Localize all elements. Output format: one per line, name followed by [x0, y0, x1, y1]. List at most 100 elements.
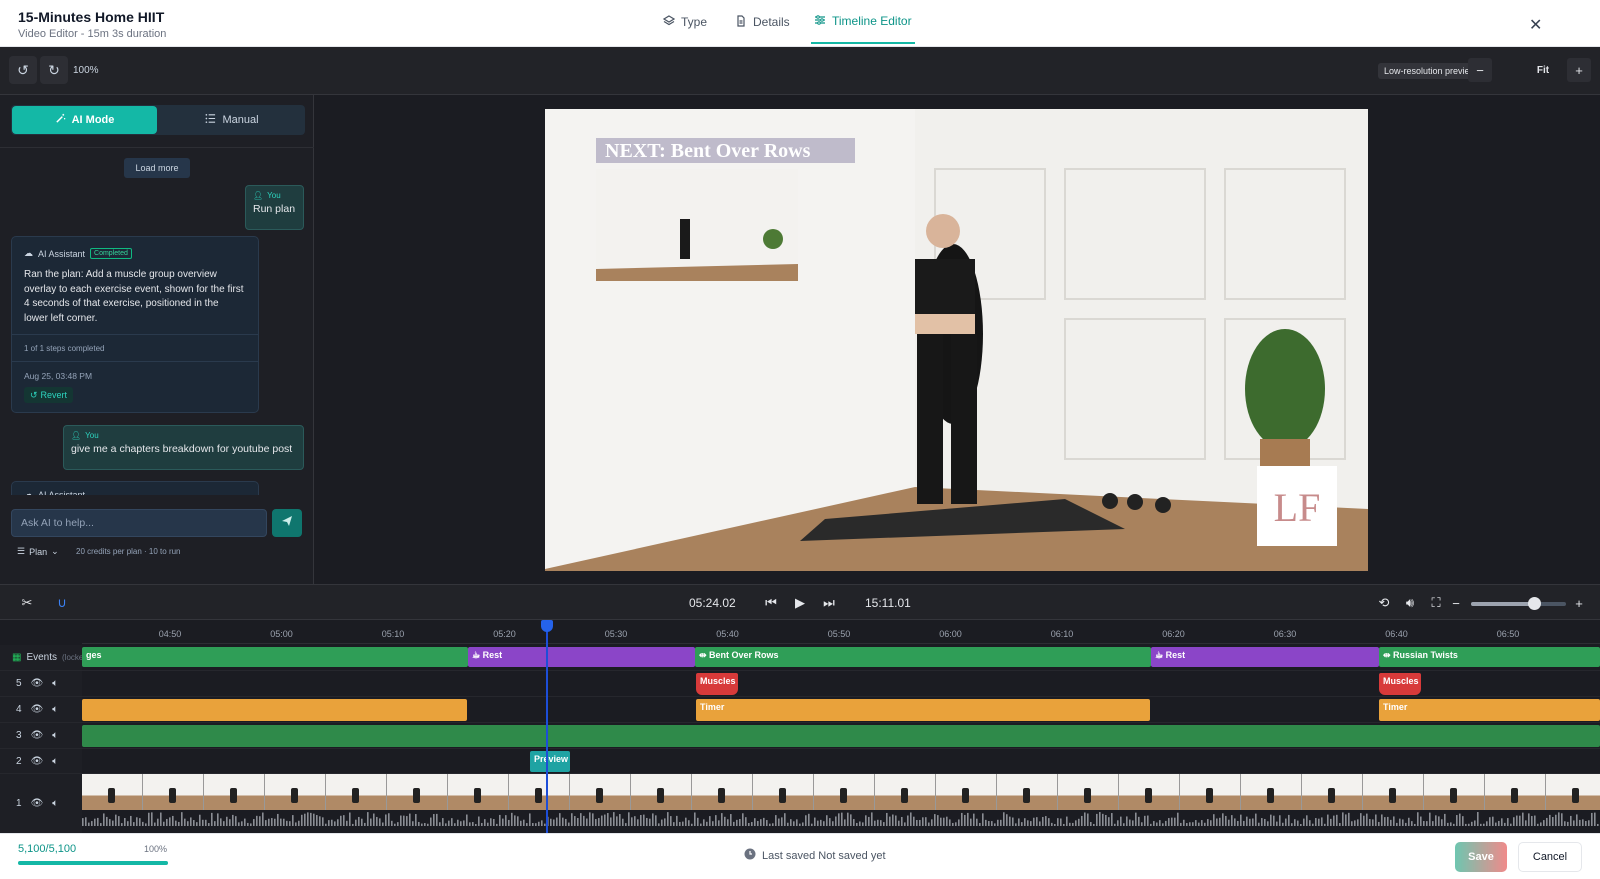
tab-details[interactable]: Details	[735, 0, 790, 44]
volume-icon[interactable]: 🔊︎	[1401, 594, 1419, 612]
waveform-bar	[631, 817, 633, 826]
muscles-clip[interactable]: Muscles	[696, 673, 738, 695]
cancel-button[interactable]: Cancel	[1518, 842, 1582, 872]
time-ruler[interactable]: 04:50 05:00 05:10 05:20 05:30 05:40 05:50 06:00…	[82, 620, 1600, 644]
event-clip-rest[interactable]: ☕︎ Rest	[468, 647, 695, 667]
speaker-icon[interactable]: 🔈︎	[52, 730, 58, 741]
timeline-zoom-out-icon[interactable]: −	[1447, 594, 1465, 612]
waveform-bar	[1363, 815, 1365, 826]
waveform-bar	[241, 821, 243, 826]
waveform-bar	[1138, 816, 1140, 826]
waveform-bar	[715, 815, 717, 826]
timer-clip[interactable]: Timer	[1379, 699, 1600, 721]
eye-icon[interactable]: 👁︎	[31, 704, 44, 715]
speaker-icon[interactable]: 🔈︎	[52, 756, 58, 767]
ai-panel: AI Mode Manual Load more 👤︎ You Run plan …	[0, 95, 314, 584]
waveform-bar	[1486, 821, 1488, 826]
zoom-out-button[interactable]: −	[1468, 58, 1492, 82]
plan-dropdown[interactable]: ☰ Plan ⌄	[17, 546, 59, 557]
close-icon[interactable]: ✕	[1529, 15, 1542, 35]
ask-ai-input[interactable]: Ask AI to help...	[11, 509, 267, 537]
eye-icon[interactable]: 👁︎	[31, 678, 44, 689]
waveform-bar	[229, 819, 231, 826]
waveform-bar	[580, 813, 582, 826]
timer-clip[interactable]	[82, 699, 467, 721]
tab-timeline-editor[interactable]: Timeline Editor	[811, 0, 915, 44]
event-clip[interactable]: ges	[82, 647, 468, 667]
play-icon[interactable]: ▶	[791, 594, 809, 612]
event-clip-rest[interactable]: ☕︎ Rest	[1151, 647, 1379, 667]
current-time: 05:24.02	[689, 596, 736, 610]
waveform-bar	[451, 818, 453, 826]
manual-mode-button[interactable]: Manual	[161, 106, 303, 134]
waveform-bar	[520, 820, 522, 826]
video-preview[interactable]: LF NEXT: Bent Over Rows	[545, 109, 1368, 571]
video-clip-thumbnails[interactable]	[82, 774, 1600, 810]
eye-icon[interactable]: 👁︎	[31, 798, 44, 809]
waveform-bar	[748, 822, 750, 826]
speaker-icon[interactable]: 🔈︎	[52, 704, 58, 715]
waveform-bar	[82, 818, 84, 826]
waveform-bar	[916, 819, 918, 826]
waveform-bar	[1072, 822, 1074, 826]
waveform-bar	[901, 816, 903, 826]
waveform-bar	[1021, 822, 1023, 826]
video-thumbnail	[997, 774, 1058, 810]
tab-type[interactable]: Type	[662, 0, 707, 44]
chat-history[interactable]: Load more 👤︎ You Run plan ☁︎ AI Assistant C…	[0, 147, 314, 495]
waveform-bar	[1387, 816, 1389, 826]
waveform-bar	[148, 812, 150, 826]
event-clip-russian-twists[interactable]: ⇹ Russian Twists	[1379, 647, 1600, 667]
preview-clip[interactable]: Preview	[530, 751, 570, 772]
send-button[interactable]	[272, 509, 302, 537]
speaker-icon[interactable]: 🔈︎	[52, 678, 58, 689]
waveform-bar	[1108, 817, 1110, 826]
waveform-bar	[637, 819, 639, 826]
waveform-bar	[448, 820, 450, 826]
waveform-bar	[601, 815, 603, 826]
load-more-button[interactable]: Load more	[124, 158, 190, 178]
playhead-handle[interactable]	[541, 620, 553, 632]
waveform-bar	[154, 822, 156, 826]
waveform-bar	[1096, 813, 1098, 826]
timeline-zoom-slider[interactable]	[1471, 597, 1566, 610]
slider-handle[interactable]	[1527, 597, 1541, 610]
undo-button[interactable]: ↺	[9, 56, 37, 84]
timer-clip[interactable]: Timer	[696, 699, 1150, 721]
waveform-bar	[1513, 817, 1515, 826]
waveform-bar	[1306, 815, 1308, 826]
waveform-bar	[952, 822, 954, 826]
skip-forward-icon[interactable]: ⏭	[820, 594, 838, 612]
eye-icon[interactable]: 👁︎	[31, 756, 44, 767]
timeline-zoom-in-icon[interactable]: +	[1570, 594, 1588, 612]
loop-icon[interactable]: ⟲	[1375, 594, 1393, 612]
waveform-bar	[1573, 820, 1575, 826]
waveform-bar	[379, 818, 381, 826]
eye-icon[interactable]: 👁︎	[31, 730, 44, 741]
event-clip-bent-over-rows[interactable]: ⇹ Bent Over Rows	[695, 647, 1151, 667]
track-3: 3 👁︎ 🔈︎	[0, 723, 1600, 749]
video-thumbnail	[1180, 774, 1241, 810]
waveform-bar	[1087, 813, 1089, 826]
waveform-bar	[418, 821, 420, 826]
fullscreen-icon[interactable]: ⛶	[1427, 594, 1445, 612]
scissors-icon[interactable]: ✂	[18, 594, 36, 612]
fit-button[interactable]: Fit	[1526, 58, 1560, 82]
revert-button[interactable]: ↺ Revert	[24, 387, 74, 403]
skip-back-icon[interactable]: ⏮	[762, 594, 780, 612]
waveform-bar	[1099, 812, 1101, 826]
redo-button[interactable]: ↻	[40, 56, 68, 84]
waveform-bar	[724, 816, 726, 826]
save-button[interactable]: Save	[1455, 842, 1507, 872]
overlay-clip[interactable]	[82, 725, 1600, 747]
waveform-bar	[988, 821, 990, 826]
ai-mode-button[interactable]: AI Mode	[12, 106, 157, 134]
speaker-icon[interactable]: 🔈︎	[52, 798, 58, 809]
muscles-clip[interactable]: Muscles	[1379, 673, 1421, 695]
zoom-in-button[interactable]: +	[1567, 58, 1591, 82]
waveform-bar	[787, 822, 789, 826]
waveform-bar	[343, 815, 345, 826]
save-status: Last saved Not saved yet	[744, 848, 886, 863]
magnet-icon[interactable]: ∪	[53, 594, 71, 612]
waveform-bar	[391, 820, 393, 826]
